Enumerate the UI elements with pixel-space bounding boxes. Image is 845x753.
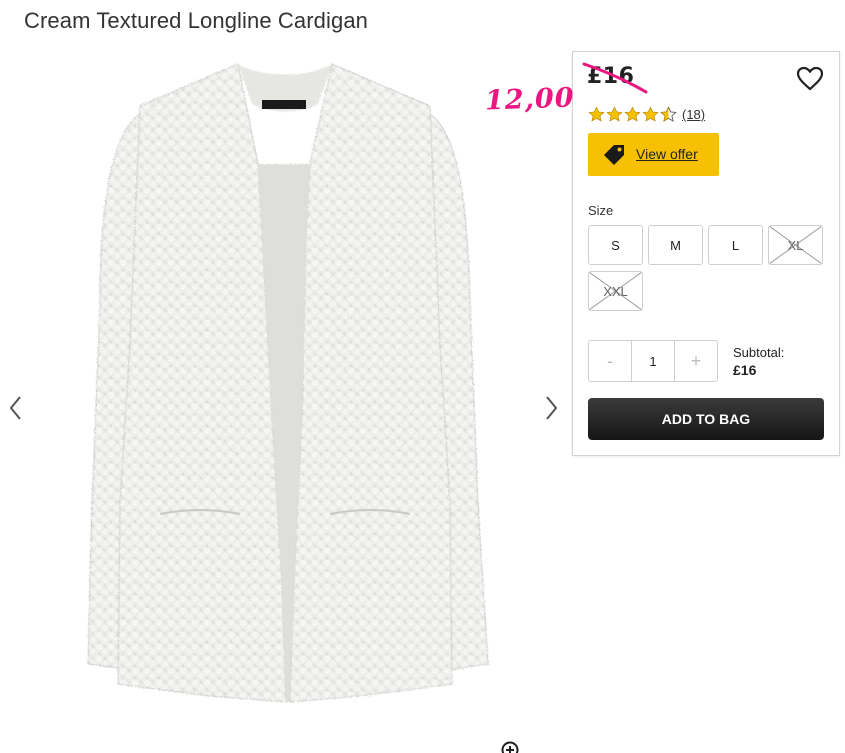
size-option-label: XXL	[603, 283, 628, 299]
size-option-label: L	[731, 237, 740, 253]
size-label: Size	[588, 203, 614, 218]
subtotal-value: £16	[733, 362, 757, 378]
size-option-m[interactable]: M	[648, 225, 703, 265]
quantity-input[interactable]: 1	[631, 341, 675, 381]
chevron-left-icon[interactable]	[6, 394, 26, 422]
product-image	[87, 63, 489, 703]
star-half-icon	[660, 106, 677, 122]
add-to-bag-button[interactable]: ADD TO BAG	[588, 398, 824, 440]
size-option-label: XL	[787, 237, 804, 253]
star-full-icon	[642, 106, 659, 122]
size-option-s[interactable]: S	[588, 225, 643, 265]
view-offer-label: View offer	[636, 146, 698, 162]
heart-icon[interactable]	[796, 66, 824, 92]
quantity-stepper: - 1 +	[588, 340, 718, 382]
chevron-right-icon[interactable]	[541, 394, 561, 422]
zoom-in-icon[interactable]	[500, 740, 520, 753]
size-option-label: S	[611, 237, 620, 253]
size-option-xxl[interactable]: XXL	[588, 271, 643, 311]
tag-icon	[604, 145, 624, 165]
size-option-label: M	[670, 237, 681, 253]
size-option-l[interactable]: L	[708, 225, 763, 265]
star-full-icon	[588, 106, 605, 122]
size-option-xl[interactable]: XL	[768, 225, 823, 265]
quantity-decrease-button[interactable]: -	[589, 341, 631, 381]
product-gallery	[0, 44, 570, 753]
view-offer-button[interactable]: View offer	[588, 133, 719, 176]
sale-price: 12,00	[484, 82, 576, 117]
subtotal-label: Subtotal:	[733, 345, 785, 360]
star-full-icon	[606, 106, 623, 122]
review-count-link[interactable]: (18)	[682, 107, 705, 122]
quantity-increase-button[interactable]: +	[675, 341, 717, 381]
rating-stars	[588, 106, 677, 123]
original-price: £16	[587, 64, 635, 89]
star-full-icon	[624, 106, 641, 122]
page-title: Cream Textured Longline Cardigan	[24, 8, 368, 33]
